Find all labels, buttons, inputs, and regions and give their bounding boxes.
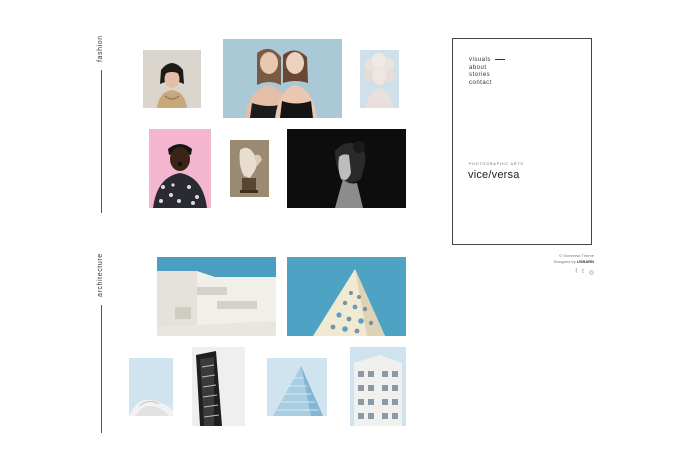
nav-item-stories[interactable]: stories [469,72,505,80]
photo-tile-man-pink-backdrop[interactable] [149,129,211,208]
photo-tile-white-building-blue-sky[interactable] [157,257,276,336]
social-links: f t ◎ [575,269,594,276]
nav-item-contact[interactable]: contact [469,80,505,88]
main-nav: visuals about stories contact [469,57,505,87]
brand-tagline: PHOTOGRAPHIC ARTS [469,162,524,166]
brand-logo[interactable]: vice/versa [468,169,520,181]
photo-tile-woman-bob-hair[interactable] [143,50,201,108]
instagram-icon[interactable]: ◎ [589,269,594,276]
photo-tile-two-models[interactable] [223,39,342,118]
architecture-rail-line [101,305,102,433]
fashion-rail-line [101,70,102,213]
facebook-icon[interactable]: f [575,269,577,276]
designer-link[interactable]: UXBARN [577,259,594,264]
photo-tile-sculpture-hand[interactable] [230,140,269,197]
photo-tile-monochrome-profile[interactable] [287,129,406,208]
twitter-icon[interactable]: t [582,269,584,276]
nav-item-about[interactable]: about [469,65,505,73]
navigation-panel: visuals about stories contact PHOTOGRAPH… [452,38,592,245]
photo-tile-glass-tower[interactable] [267,358,327,416]
designed-by-label: Designed by [553,259,576,264]
section-label-architecture: architecture [97,253,104,297]
designer-line: Designed by UXBARN [554,259,595,265]
photo-tile-white-curves-sky[interactable] [129,358,173,416]
active-indicator [494,58,505,60]
photo-tile-dark-facade[interactable] [192,347,245,426]
photo-tile-perforated-tower[interactable] [287,257,406,336]
section-label-fashion: fashion [97,35,104,62]
photo-tile-curly-blonde[interactable] [360,50,399,108]
nav-item-visuals[interactable]: visuals [469,57,505,65]
footer-credits: © Viceversa Theme Designed by UXBARN [554,253,595,265]
photo-tile-white-apartment-block[interactable] [350,347,406,426]
